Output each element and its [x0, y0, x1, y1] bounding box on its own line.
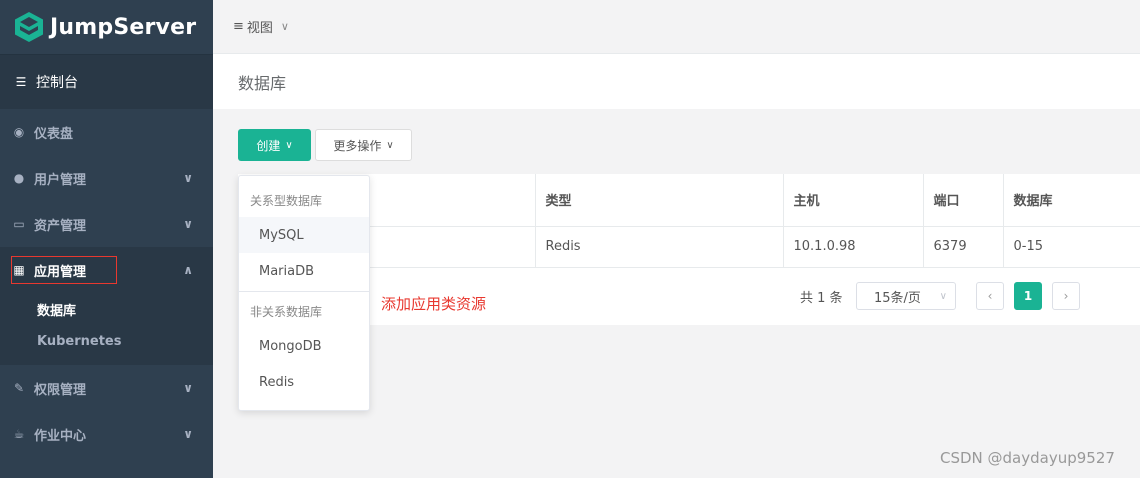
- jumpserver-logo-icon: [15, 12, 43, 42]
- page-title: 数据库: [213, 54, 1140, 109]
- sidebar-item-dashboard[interactable]: ◉ 仪表盘: [0, 109, 213, 155]
- edit-icon: ✎: [13, 381, 25, 395]
- sidebar-item-applications[interactable]: ▦ 应用管理 ∧: [0, 247, 213, 293]
- dropdown-item-mongodb[interactable]: MongoDB: [239, 328, 369, 364]
- cell-type: Redis: [535, 226, 784, 268]
- table-header-row: 类型 主机 端口 数据库: [238, 174, 1140, 227]
- chevron-down-icon: ∨: [939, 290, 947, 302]
- chevron-up-icon: ∧: [183, 263, 193, 277]
- chevron-down-icon: ∨: [386, 139, 394, 151]
- column-header-host[interactable]: 主机: [783, 174, 924, 227]
- sidebar-item-permissions[interactable]: ✎ 权限管理 ∨: [0, 365, 213, 411]
- more-actions-label: 更多操作: [333, 138, 382, 153]
- cell-host: 10.1.0.98: [783, 226, 924, 268]
- page-number-button[interactable]: 1: [1014, 282, 1042, 310]
- prev-page-button[interactable]: ‹: [976, 282, 1004, 310]
- view-menu[interactable]: 视图: [247, 17, 273, 36]
- next-page-button[interactable]: ›: [1052, 282, 1080, 310]
- dropdown-item-mysql[interactable]: MySQL: [239, 217, 369, 253]
- sidebar-item-users[interactable]: ● 用户管理 ∨: [0, 155, 213, 201]
- column-header-database[interactable]: 数据库: [1003, 174, 1140, 227]
- table-row[interactable]: Redis 10.1.0.98 6379 0-15: [238, 226, 1140, 268]
- dropdown-item-mariadb[interactable]: MariaDB: [239, 253, 369, 289]
- chevron-down-icon[interactable]: ∨: [281, 20, 289, 33]
- page-size-value: 15条/页: [874, 290, 921, 306]
- create-button-label: 创建: [256, 138, 281, 153]
- dashboard-icon: ◉: [13, 125, 25, 139]
- column-header-type[interactable]: 类型: [535, 174, 784, 227]
- chevron-down-icon: ∨: [183, 217, 193, 231]
- sliders-icon: ☰: [15, 75, 27, 89]
- sidebar-item-label: 用户管理: [34, 172, 87, 188]
- chevron-down-icon: ∨: [183, 171, 193, 185]
- sidebar-group-applications: ▦ 应用管理 ∧ 数据库 Kubernetes: [0, 247, 213, 365]
- console-label: 控制台: [36, 75, 78, 91]
- logo[interactable]: JumpServer: [0, 0, 213, 54]
- chevron-down-icon: ∨: [183, 427, 193, 441]
- chevron-right-icon: ›: [1063, 289, 1069, 303]
- create-dropdown-menu: 关系型数据库 MySQL MariaDB 非关系数据库 MongoDB Redi…: [238, 175, 370, 411]
- sidebar-item-assets[interactable]: ▭ 资产管理 ∨: [0, 201, 213, 247]
- dropdown-item-redis[interactable]: Redis: [239, 364, 369, 400]
- sidebar-subitem-kubernetes[interactable]: Kubernetes: [0, 325, 213, 357]
- dropdown-group-relational: 关系型数据库: [250, 193, 323, 208]
- sidebar-item-label: 权限管理: [34, 382, 87, 398]
- column-header-port[interactable]: 端口: [923, 174, 1004, 227]
- chevron-left-icon: ‹: [987, 289, 993, 303]
- cell-port: 6379: [923, 226, 1004, 268]
- create-button[interactable]: 创建 ∨: [238, 129, 311, 161]
- more-actions-button[interactable]: 更多操作 ∨: [315, 129, 412, 161]
- cell-database: 0-15: [1003, 226, 1140, 268]
- page-size-select[interactable]: 15条/页 ∨: [856, 282, 956, 310]
- console-link[interactable]: ☰ 控制台: [0, 54, 213, 109]
- sidebar: JumpServer ☰ 控制台 ◉ 仪表盘 ● 用户管理 ∨ ▭ 资产管理 ∨…: [0, 0, 213, 478]
- menu-icon[interactable]: ≡: [233, 19, 244, 34]
- chevron-down-icon: ∨: [183, 381, 193, 395]
- sidebar-item-jobs[interactable]: ☕ 作业中心 ∨: [0, 411, 213, 457]
- inbox-icon: ▭: [13, 217, 25, 231]
- users-icon: ●: [13, 171, 25, 185]
- sidebar-subitem-database[interactable]: 数据库: [0, 293, 213, 325]
- coffee-icon: ☕: [13, 427, 25, 441]
- pagination-total: 共 1 条: [800, 291, 843, 306]
- dropdown-group-nonrelational: 非关系数据库: [250, 304, 323, 319]
- highlight-box: [11, 256, 117, 284]
- watermark: CSDN @daydayup9527: [940, 449, 1115, 467]
- sidebar-item-label: 仪表盘: [34, 126, 74, 142]
- sidebar-item-label: 作业中心: [34, 428, 87, 444]
- database-table: 类型 主机 端口 数据库 Redis 10.1.0.98 6379 0-15: [238, 174, 1140, 325]
- logo-text: JumpServer: [50, 14, 197, 40]
- sidebar-item-label: 资产管理: [34, 218, 87, 234]
- annotation-text: 添加应用类资源: [381, 295, 487, 313]
- topbar: ≡ 视图 ∨: [213, 0, 1140, 54]
- chevron-down-icon: ∨: [285, 139, 293, 151]
- dropdown-divider: [239, 291, 369, 292]
